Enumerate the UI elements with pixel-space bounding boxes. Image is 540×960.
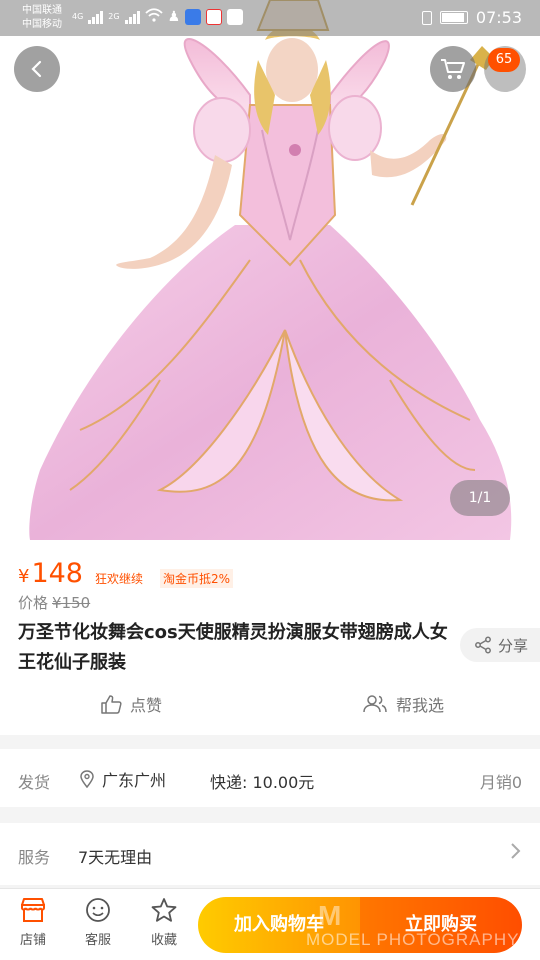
- thumbs-up-icon: [101, 695, 122, 714]
- favorite-label: 收藏: [150, 933, 177, 948]
- cart-button[interactable]: [430, 46, 476, 92]
- users-icon: [363, 695, 387, 713]
- price-value: 148: [31, 558, 83, 589]
- like-button[interactable]: 点赞: [100, 692, 162, 716]
- watermark-text: MODEL PHOTOGRAPHY: [306, 930, 520, 949]
- status-right: 07:53: [421, 8, 522, 27]
- store-button[interactable]: 店铺: [3, 897, 63, 948]
- shipping-fee: 快递: 10.00元: [210, 773, 315, 792]
- service-value: 7天无理由: [78, 848, 153, 867]
- help-choose-label: 帮我选: [396, 696, 445, 715]
- carrier-2: 中国移动: [22, 19, 62, 30]
- store-label: 店铺: [19, 933, 46, 948]
- share-icon: [475, 636, 491, 654]
- store-icon: [21, 898, 45, 922]
- carrier-info: 中国联通 中国移动: [22, 4, 62, 32]
- favorite-button[interactable]: 收藏: [134, 897, 194, 948]
- chevron-right-icon: [511, 843, 521, 859]
- network-type-2: 2G: [108, 12, 120, 21]
- clock: 07:53: [475, 8, 522, 27]
- battery-icon: [439, 11, 468, 24]
- shipping-label: 发货: [18, 773, 51, 792]
- vibrate-icon: [421, 10, 432, 25]
- baidu-app-icon: [185, 8, 202, 25]
- status-icons: 4G 2G ♟: [72, 8, 244, 25]
- carrier-1: 中国联通: [22, 5, 62, 16]
- service-row[interactable]: 服务 7天无理由: [0, 823, 540, 885]
- original-price: 价格 ¥150: [18, 592, 90, 613]
- share-label: 分享: [498, 636, 529, 655]
- original-price-value: ¥150: [52, 594, 91, 612]
- promo-tag: 狂欢继续: [95, 572, 144, 586]
- share-button[interactable]: 分享: [460, 628, 540, 662]
- cart-count-badge: 65: [488, 48, 520, 72]
- service-label: 服务: [18, 848, 51, 867]
- image-counter: 1/1: [450, 480, 510, 516]
- help-choose-button[interactable]: 帮我选: [362, 692, 444, 716]
- chevron-left-icon: [31, 60, 42, 78]
- signal-icon: [88, 10, 104, 24]
- cart-icon: [441, 59, 465, 79]
- shipping-row[interactable]: 发货 广东广州 快递: 10.00元 月销0: [0, 749, 540, 807]
- shipping-location-text: 广东广州: [102, 771, 167, 790]
- chat-bubble-icon: [86, 898, 110, 922]
- currency-symbol: ¥: [18, 566, 30, 587]
- qq-icon: ♟: [167, 8, 181, 25]
- xiaohongshu-app-icon: [206, 8, 223, 25]
- location-pin-icon: [80, 770, 94, 788]
- product-info-section: ¥ 148 狂欢继续 淘金币抵2% 价格 ¥150 万圣节化妆舞会cos天使服精灵…: [0, 540, 540, 735]
- like-label: 点赞: [130, 696, 163, 715]
- wifi-icon: [144, 8, 163, 25]
- star-icon: [151, 898, 177, 922]
- coin-tag: 淘金币抵2%: [160, 569, 234, 588]
- watermark-logo: M: [318, 900, 342, 931]
- back-button[interactable]: [14, 46, 60, 92]
- product-actions: 点赞 帮我选: [0, 692, 540, 724]
- signal-icon-2: [124, 10, 140, 24]
- monthly-sales: 月销0: [479, 773, 522, 792]
- shipping-location: 广东广州: [80, 767, 166, 791]
- status-bar: 中国联通 中国移动 4G 2G ♟ 07:53: [0, 0, 540, 36]
- original-price-label: 价格: [18, 594, 49, 612]
- product-title: 万圣节化妆舞会cos天使服精灵扮演服女带翅膀成人女王花仙子服装: [18, 622, 448, 673]
- network-type-1: 4G: [72, 12, 84, 21]
- customer-service-label: 客服: [84, 933, 111, 948]
- customer-service-button[interactable]: 客服: [68, 897, 128, 948]
- shield-app-icon: [227, 8, 244, 25]
- price: ¥ 148: [18, 558, 83, 589]
- product-detail-page: 中国联通 中国移动 4G 2G ♟ 07:53 65 1/1 ¥ 148 狂欢继…: [0, 0, 540, 960]
